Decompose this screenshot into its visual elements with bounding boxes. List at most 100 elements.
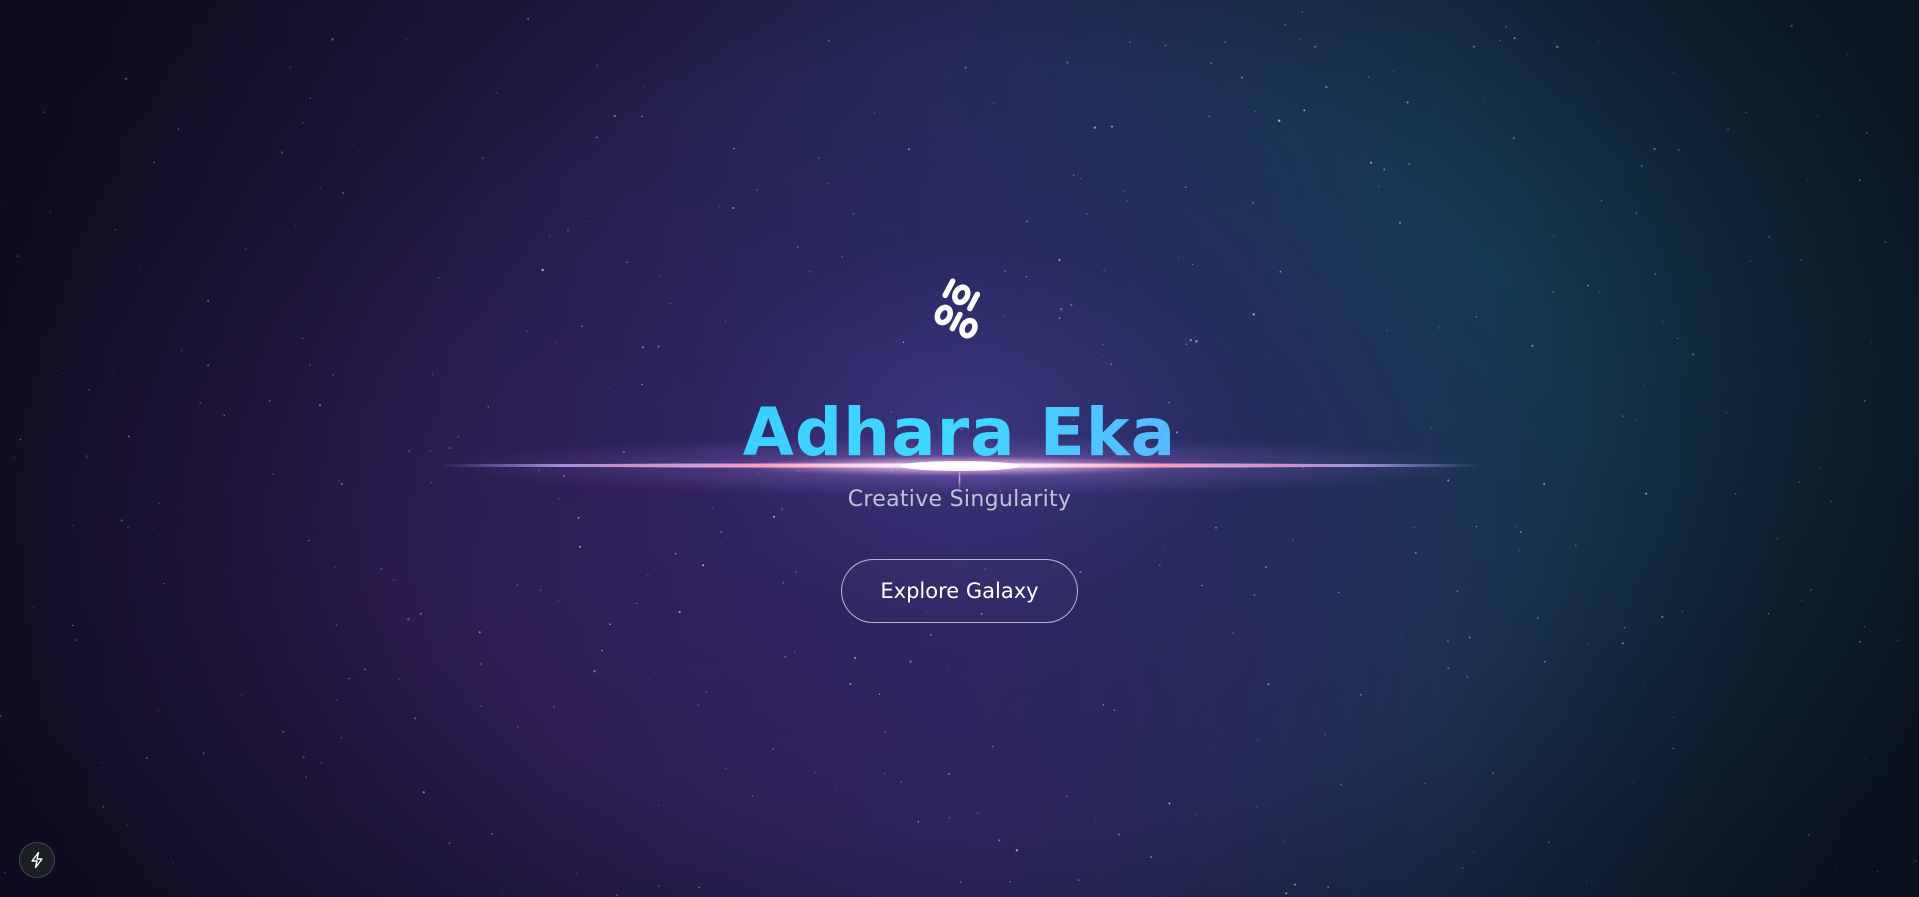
star-dot (878, 693, 881, 695)
star-dot (1110, 363, 1112, 366)
explore-galaxy-button[interactable]: Explore Galaxy (841, 559, 1078, 623)
star-dot (609, 623, 611, 625)
star-dot (1547, 841, 1550, 844)
star-dot (1164, 44, 1167, 47)
star-dot (1285, 892, 1288, 895)
star-dot (1123, 190, 1125, 192)
star-dot (338, 480, 340, 482)
star-dot (139, 268, 141, 270)
star-dot (1673, 72, 1675, 74)
star-dot (1505, 25, 1508, 28)
star-dot (68, 227, 70, 229)
star-dot (336, 699, 338, 701)
star-dot (479, 662, 483, 666)
star-dot (1377, 185, 1380, 187)
star-dot (900, 781, 902, 783)
star-dot (649, 678, 651, 680)
star-dot (56, 369, 58, 372)
binary-diamond-icon (934, 278, 981, 339)
star-dot (1386, 329, 1388, 331)
corner-action-button[interactable] (19, 842, 55, 878)
star-dot (478, 631, 481, 634)
star-dot (1514, 527, 1517, 529)
star-dot (1066, 61, 1069, 64)
star-dot (1301, 10, 1304, 13)
star-dot (0, 714, 2, 717)
star-dot (1518, 549, 1520, 551)
star-dot (1809, 588, 1813, 591)
star-dot (917, 820, 920, 823)
star-dot (732, 207, 735, 209)
star-dot (334, 566, 336, 568)
star-dot (795, 571, 797, 573)
star-dot (1164, 545, 1166, 547)
star-dot (1201, 584, 1203, 587)
star-dot (405, 38, 407, 40)
star-dot (1574, 544, 1577, 547)
star-dot (481, 157, 484, 160)
star-dot (1070, 303, 1073, 307)
star-dot (380, 567, 383, 570)
star-dot (1314, 45, 1317, 48)
star-dot (1406, 101, 1409, 104)
star-dot (577, 516, 580, 519)
star-dot (480, 705, 483, 707)
star-dot (1117, 833, 1120, 836)
star-dot (1060, 308, 1063, 311)
star-dot (1585, 880, 1588, 883)
star-dot (740, 291, 743, 293)
star-dot (566, 229, 570, 232)
star-dot (163, 582, 166, 585)
star-dot (1184, 186, 1187, 188)
star-dot (1283, 23, 1287, 26)
star-dot (1759, 368, 1761, 370)
star-dot (207, 299, 210, 302)
star-dot (289, 780, 291, 782)
star-dot (1798, 481, 1800, 483)
star-dot (43, 111, 45, 113)
star-dot (589, 220, 591, 223)
star-dot (491, 833, 493, 835)
star-dot (305, 776, 307, 779)
star-dot (1004, 315, 1006, 317)
star-dot (289, 66, 292, 68)
star-dot (850, 360, 852, 361)
star-dot (1282, 840, 1285, 843)
star-dot (1003, 270, 1006, 273)
star-dot (1475, 525, 1478, 528)
star-dot (1189, 338, 1192, 342)
star-dot (1095, 818, 1097, 820)
star-dot (1676, 337, 1678, 340)
star-dot (319, 188, 321, 190)
star-dot (601, 649, 603, 652)
star-dot (207, 364, 210, 367)
star-dot (613, 114, 616, 118)
star-dot (1447, 667, 1449, 670)
star-dot (1531, 344, 1534, 347)
star-dot (1749, 260, 1752, 262)
star-dot (1587, 643, 1589, 645)
star-dot (1633, 782, 1636, 785)
star-dot (1015, 849, 1018, 852)
star-dot (884, 730, 886, 733)
star-dot (1552, 291, 1555, 294)
star-dot (243, 293, 245, 295)
star-dot (827, 40, 830, 42)
star-dot (1775, 537, 1778, 540)
star-dot (908, 148, 910, 151)
star-dot (1254, 111, 1256, 112)
star-dot (575, 872, 578, 875)
star-dot (827, 182, 829, 184)
star-dot (501, 893, 503, 895)
star-dot (1103, 356, 1104, 357)
star-dot (992, 745, 994, 748)
star-dot (616, 894, 618, 896)
star-dot (1393, 70, 1395, 73)
star-dot (1672, 716, 1674, 718)
star-dot (808, 271, 811, 273)
star-dot (1195, 813, 1198, 816)
star-dot (157, 534, 159, 537)
star-dot (1009, 881, 1011, 883)
star-dot (331, 38, 334, 41)
star-dot (913, 716, 915, 718)
